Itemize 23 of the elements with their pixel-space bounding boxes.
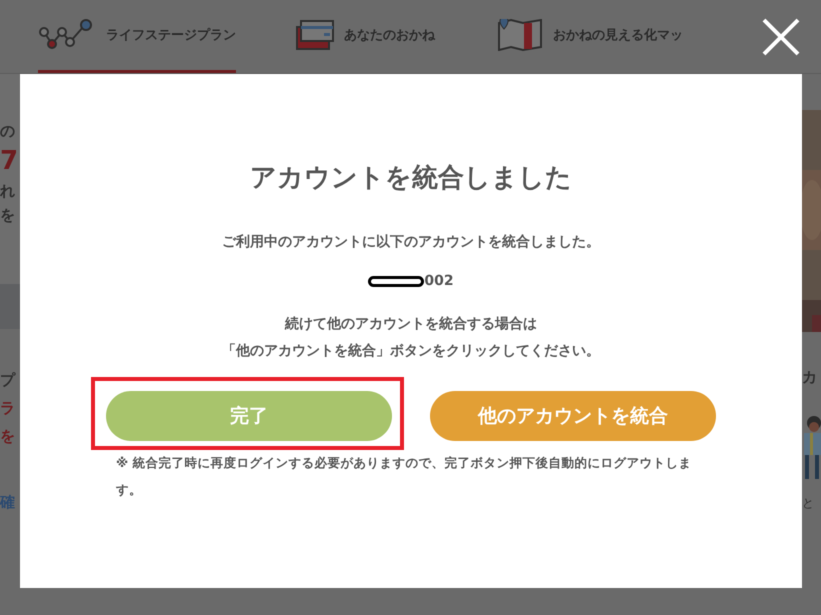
background-text: の (0, 121, 16, 142)
background-text: れ (0, 181, 16, 202)
background-text: プ (0, 370, 17, 391)
nav-tab[interactable]: おかねの見える化マッ (495, 0, 683, 73)
background-text: ラ (0, 398, 16, 419)
instruction-text: 続けて他のアカウントを統合する場合は (284, 315, 538, 334)
nav-tab[interactable]: あなたのおかね (296, 0, 435, 73)
note-text: ※ 統合完了時に再度ログインする必要がありますので、完了ボタン押下後自動的にログアウトします。 (116, 454, 693, 499)
account-id: 002 (424, 273, 454, 289)
dialog-button[interactable]: 他のアカウントを統合 (430, 391, 716, 441)
dialog-message: ご利用中のアカウントに以下のアカウントを統合しました。 (222, 233, 600, 251)
instruction-text: 「他のアカウントを統合」ボタンをクリックしてください。 (222, 342, 600, 361)
dialog-title: アカウントを統合しました (250, 162, 572, 195)
dialog-button[interactable]: 完了 (106, 391, 392, 441)
background-text: と (802, 495, 815, 512)
card-icon (296, 19, 334, 51)
background-text: 7 (0, 145, 20, 178)
background-text: を (0, 205, 16, 226)
map-icon (495, 19, 543, 51)
close-icon[interactable] (761, 17, 801, 57)
background-text: を (0, 426, 16, 447)
redaction-mark (368, 276, 424, 286)
background-text: カ (802, 368, 818, 387)
